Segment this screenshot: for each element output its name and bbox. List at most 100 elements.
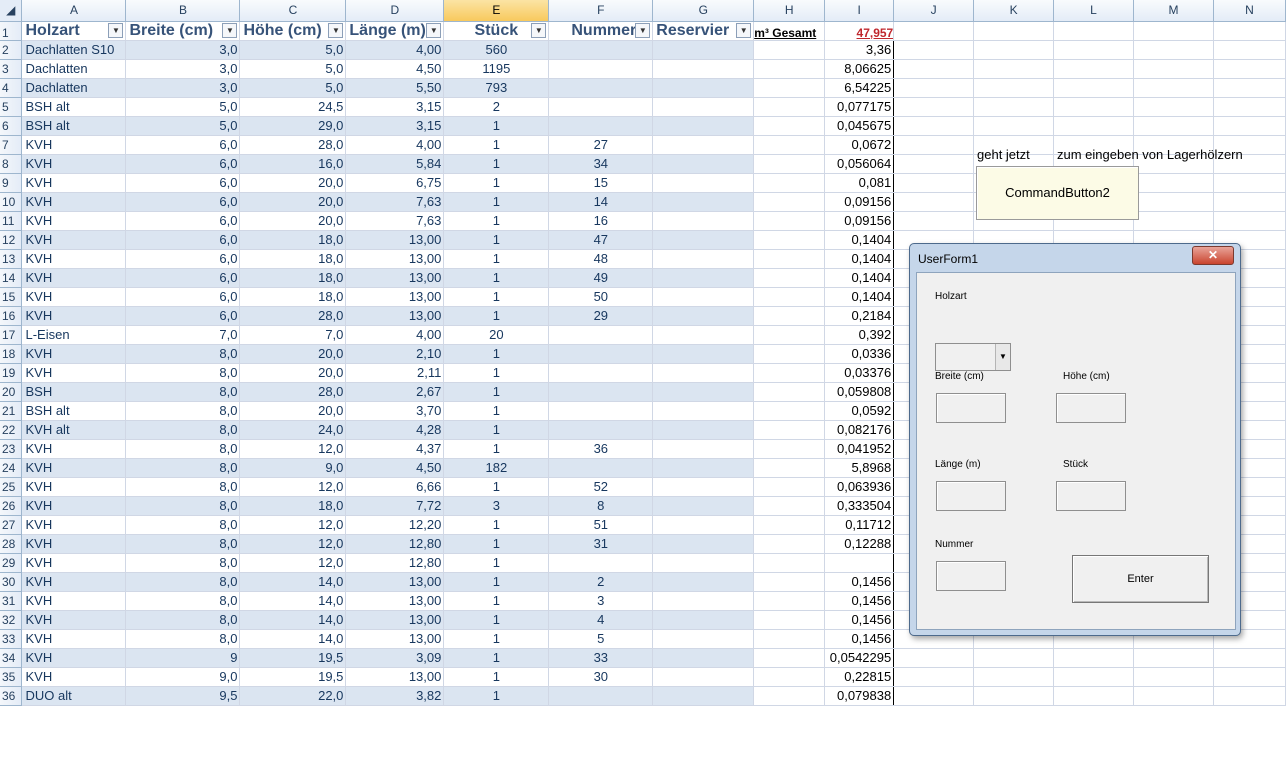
cell-breite[interactable]: 7,0 [125,325,241,345]
row-header[interactable]: 23 [0,439,23,459]
cell[interactable] [1053,40,1134,60]
cell-h[interactable] [753,344,826,364]
cell[interactable] [1053,59,1134,79]
cell-nummer[interactable]: 47 [548,230,654,250]
cell-volume[interactable]: 0,1456 [824,591,895,611]
cell-h[interactable] [753,135,826,155]
cell-breite[interactable]: 8,0 [125,439,241,459]
cell-volume[interactable]: 0,2184 [824,306,895,326]
cell-breite[interactable]: 5,0 [125,116,241,136]
cell-hoehe[interactable]: 22,0 [239,686,347,706]
dropdown-filter-icon[interactable]: ▼ [426,22,442,38]
cell-holzart[interactable]: KVH [21,249,127,269]
cell[interactable] [1133,211,1214,231]
cell[interactable] [973,59,1055,79]
cell-laenge[interactable]: 5,50 [345,78,445,98]
cell-holzart[interactable]: KVH [21,363,127,383]
cell[interactable] [1133,648,1214,668]
column-header[interactable]: E [443,0,550,22]
cell-nummer[interactable]: 31 [548,534,654,554]
cell-holzart[interactable]: KVH [21,496,127,516]
cell-laenge[interactable]: 13,00 [345,591,445,611]
cell-laenge[interactable]: 12,80 [345,553,445,573]
cell-hoehe[interactable]: 9,0 [239,458,347,478]
header-nummer[interactable]: Nummer ▼ [548,21,654,41]
cell-breite[interactable]: 8,0 [125,458,241,478]
cell[interactable] [973,116,1055,136]
cell-nummer[interactable] [548,97,654,117]
cell-holzart[interactable]: KVH [21,648,127,668]
cell-stueck[interactable]: 1 [443,306,550,326]
cell[interactable] [1213,211,1286,231]
cell-laenge[interactable]: 7,63 [345,192,445,212]
cell-laenge[interactable]: 3,15 [345,97,445,117]
cell-stueck[interactable]: 1 [443,287,550,307]
cell-hoehe[interactable]: 18,0 [239,230,347,250]
row-header[interactable]: 3 [0,59,23,79]
cell-laenge[interactable]: 3,70 [345,401,445,421]
cell-laenge[interactable]: 13,00 [345,268,445,288]
cell-stueck[interactable]: 3 [443,496,550,516]
cell-nummer[interactable]: 33 [548,648,654,668]
cell-h[interactable] [753,192,826,212]
cell-holzart[interactable]: KVH [21,173,127,193]
cell-breite[interactable]: 8,0 [125,401,241,421]
cell-breite[interactable]: 3,0 [125,59,241,79]
cell[interactable] [1213,192,1286,212]
cell-h[interactable] [753,363,826,383]
cell-nummer[interactable] [548,382,654,402]
cell-h[interactable] [753,477,826,497]
cell-breite[interactable]: 8,0 [125,382,241,402]
cell-volume[interactable]: 0,03376 [824,363,895,383]
cell-stueck[interactable]: 1 [443,553,550,573]
row-header[interactable]: 15 [0,287,23,307]
cell-stueck[interactable]: 1195 [443,59,550,79]
cell-volume[interactable]: 0,22815 [824,667,895,687]
cell-h[interactable] [753,401,826,421]
cell-laenge[interactable]: 2,10 [345,344,445,364]
cell-hoehe[interactable]: 24,0 [239,420,347,440]
cell-breite[interactable]: 5,0 [125,97,241,117]
cell[interactable] [1053,667,1134,687]
cell-nummer[interactable] [548,363,654,383]
cell-reserviert[interactable] [652,610,755,630]
cell-breite[interactable]: 6,0 [125,173,241,193]
cell-nummer[interactable]: 30 [548,667,654,687]
cell[interactable] [893,211,975,231]
cell[interactable] [1053,648,1134,668]
cell-laenge[interactable]: 13,00 [345,287,445,307]
cell-nummer[interactable] [548,686,654,706]
cell-nummer[interactable]: 36 [548,439,654,459]
enter-button[interactable]: Enter [1072,555,1209,603]
cell-holzart[interactable]: BSH alt [21,401,127,421]
cell-laenge[interactable]: 13,00 [345,629,445,649]
header-laenge[interactable]: Länge (m) ▼ [345,21,445,41]
cell-h[interactable] [753,629,826,649]
cell-holzart[interactable]: BSH alt [21,116,127,136]
column-header[interactable]: C [239,0,347,22]
cell-hoehe[interactable]: 19,5 [239,648,347,668]
cell-nummer[interactable]: 51 [548,515,654,535]
cell-breite[interactable]: 8,0 [125,629,241,649]
cell-breite[interactable]: 6,0 [125,287,241,307]
cell-laenge[interactable]: 12,20 [345,515,445,535]
nummer-field[interactable] [936,561,1006,591]
row-header[interactable]: 14 [0,268,23,288]
cell-h[interactable] [753,686,826,706]
cell-breite[interactable]: 8,0 [125,496,241,516]
cell-h[interactable] [753,40,826,60]
dropdown-filter-icon[interactable]: ▼ [736,22,752,38]
cell-volume[interactable]: 0,09156 [824,192,895,212]
cell-reserviert[interactable] [652,572,755,592]
cell-breite[interactable]: 6,0 [125,211,241,231]
cell-holzart[interactable]: KVH [21,610,127,630]
cell-nummer[interactable] [548,420,654,440]
cell-hoehe[interactable]: 12,0 [239,534,347,554]
cell-holzart[interactable]: KVH [21,287,127,307]
header-gesamt[interactable]: m³ Gesamt [753,21,826,41]
cell[interactable] [1053,21,1134,41]
header-holzart[interactable]: Holzart ▼ [21,21,127,41]
cell-nummer[interactable]: 27 [548,135,654,155]
cell-laenge[interactable]: 4,00 [345,135,445,155]
cell-holzart[interactable]: KVH [21,477,127,497]
